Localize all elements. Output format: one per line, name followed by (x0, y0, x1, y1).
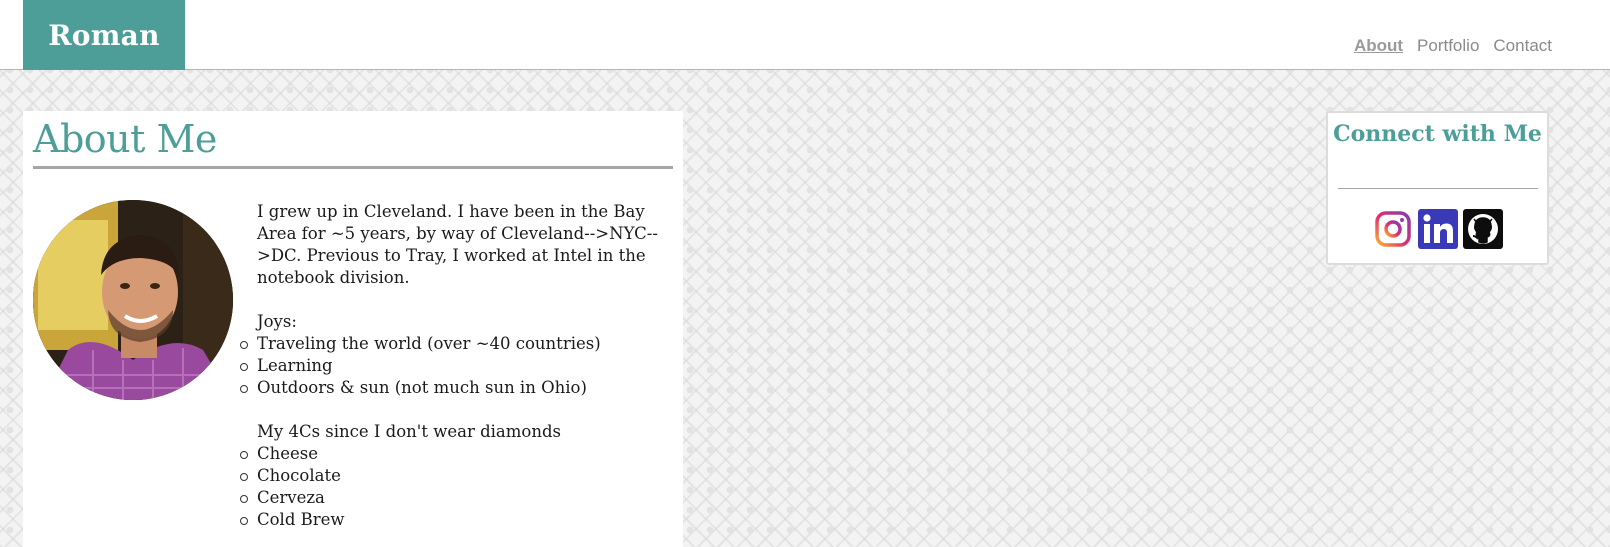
bio-intro: I grew up in Cleveland. I have been in t… (257, 202, 658, 287)
main-nav: About Portfolio Contact (1354, 36, 1552, 56)
list-item: Cold Brew (240, 509, 667, 531)
page-title: About Me (33, 117, 217, 161)
about-card: About Me I grew up in Cleveland. I have … (23, 111, 683, 547)
connect-title: Connect with Me (1333, 121, 1542, 147)
nav-about-link[interactable]: About (1354, 36, 1403, 56)
list-item: Cheese (240, 443, 667, 465)
joys-heading: Joys: (257, 312, 297, 331)
list-item: Outdoors & sun (not much sun in Ohio) (240, 377, 667, 399)
brand-logo[interactable]: Roman (23, 0, 185, 70)
joys-list: Traveling the world (over ~40 countries)… (240, 333, 667, 399)
connect-card: Connect with Me (1326, 111, 1549, 265)
linkedin-icon[interactable] (1417, 209, 1458, 249)
list-item: Chocolate (240, 465, 667, 487)
cs-heading: My 4Cs since I don't wear diamonds (257, 422, 561, 441)
nav-contact-link[interactable]: Contact (1493, 36, 1552, 56)
connect-divider (1338, 188, 1538, 189)
instagram-icon[interactable] (1373, 209, 1413, 249)
nav-portfolio-link[interactable]: Portfolio (1417, 36, 1479, 56)
title-divider (33, 166, 673, 169)
cs-list: Cheese Chocolate Cerveza Cold Brew (240, 443, 667, 531)
bio-text: I grew up in Cleveland. I have been in t… (240, 201, 667, 531)
social-links (1328, 209, 1547, 249)
site-header: Roman About Portfolio Contact (0, 0, 1610, 70)
profile-photo (33, 200, 233, 400)
github-icon[interactable] (1462, 209, 1503, 249)
list-item: Cerveza (240, 487, 667, 509)
list-item: Traveling the world (over ~40 countries) (240, 333, 667, 355)
list-item: Learning (240, 355, 667, 377)
